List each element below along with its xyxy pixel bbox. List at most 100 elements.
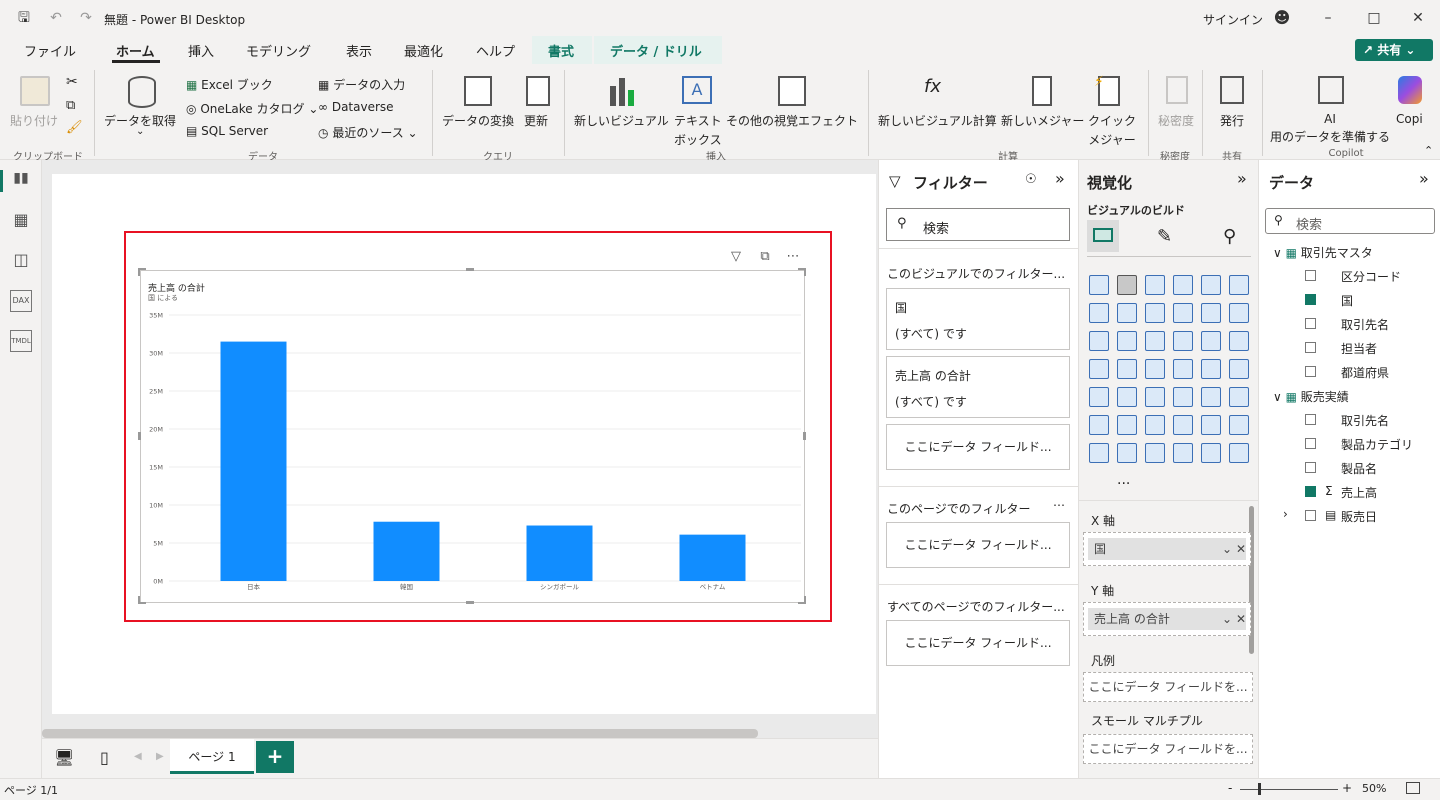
data-search-input[interactable]: ⚲ 検索 <box>1265 208 1435 234</box>
transform-button[interactable]: データの変換 <box>442 112 514 129</box>
bar[interactable] <box>679 534 746 581</box>
small-multiples-dropzone[interactable]: ここにデータ フィールドを... <box>1083 734 1253 764</box>
paginated-visual-icon[interactable] <box>1229 415 1249 435</box>
menu-modeling[interactable]: モデリング <box>246 41 311 60</box>
funnel-visual-icon[interactable] <box>1117 331 1137 351</box>
close-button[interactable]: ✕ <box>1408 8 1428 28</box>
stacked-bar-visual-icon[interactable] <box>1089 275 1109 295</box>
r-visual-visual-icon[interactable] <box>1229 387 1249 407</box>
new-visual-calc-button[interactable]: 新しいビジュアル計算 <box>878 112 997 129</box>
x-axis-field-pill[interactable]: 国 ⌄ ✕ <box>1088 538 1246 560</box>
collapse-ribbon-icon[interactable]: ⌃ <box>1424 144 1433 157</box>
decomp-tree-visual-icon[interactable] <box>1145 415 1165 435</box>
shape-map-visual-icon[interactable] <box>1173 359 1193 379</box>
map-visual-icon[interactable] <box>1117 359 1137 379</box>
menu-view[interactable]: 表示 <box>346 41 372 60</box>
cut-icon[interactable]: ✂ <box>66 74 78 90</box>
dax-view-icon[interactable]: DAX <box>10 290 32 312</box>
gauge-visual-icon[interactable] <box>1229 359 1249 379</box>
eye-icon[interactable]: ☉ <box>1025 172 1037 187</box>
matrix-visual-icon[interactable] <box>1201 387 1221 407</box>
metrics-visual-icon[interactable] <box>1145 443 1165 463</box>
line-column-visual-icon[interactable] <box>1229 303 1249 323</box>
maximize-button[interactable]: □ <box>1364 8 1384 28</box>
refresh-button[interactable]: 更新 <box>524 112 548 129</box>
clustered-bar-visual-icon[interactable] <box>1145 275 1165 295</box>
filter-search-input[interactable]: ⚲ 検索 <box>886 208 1070 241</box>
zoom-in-button[interactable]: + <box>1342 781 1352 795</box>
bar[interactable] <box>220 341 287 581</box>
more-visuals-button[interactable]: その他の視覚エフェクト <box>726 112 858 129</box>
excel-button[interactable]: ▦ Excel ブック <box>186 76 273 93</box>
kpi-visual-icon[interactable] <box>1117 387 1137 407</box>
100-column-visual-icon[interactable] <box>1229 275 1249 295</box>
funnel-2-visual-icon[interactable] <box>1145 331 1165 351</box>
new-visual-button[interactable]: 新しいビジュアル <box>574 112 669 129</box>
zoom-slider-thumb[interactable] <box>1258 783 1261 795</box>
page-tab-1[interactable]: ページ 1 <box>170 739 254 774</box>
chevron-right-icon[interactable]: › <box>1283 507 1288 521</box>
card-visual-icon[interactable] <box>1089 387 1109 407</box>
pie-visual-icon[interactable] <box>1201 331 1221 351</box>
waterfall-visual-icon[interactable] <box>1201 303 1221 323</box>
add-page-button[interactable]: + <box>256 741 294 773</box>
clustered-column-visual-icon[interactable] <box>1117 275 1137 295</box>
stacked-area-visual-icon[interactable] <box>1145 303 1165 323</box>
checkbox[interactable] <box>1305 366 1316 377</box>
menu-file[interactable]: ファイル <box>24 41 76 60</box>
image-visual-icon[interactable] <box>1173 443 1193 463</box>
python-visual-icon[interactable] <box>1089 415 1109 435</box>
share-button[interactable]: ↗ 共有 ⌄ <box>1355 39 1433 61</box>
combo-visual-icon[interactable] <box>1089 331 1109 351</box>
zoom-out-button[interactable]: - <box>1228 781 1232 795</box>
menu-format[interactable]: 書式 <box>548 41 574 60</box>
key-influencers-visual-icon[interactable] <box>1117 415 1137 435</box>
chevron-down-icon[interactable]: ∨ <box>1273 246 1286 260</box>
sensitivity-button[interactable]: 秘密度 <box>1158 112 1194 129</box>
publish-button[interactable]: 発行 <box>1220 112 1244 129</box>
focus-mode-icon[interactable]: ⧉ <box>755 249 775 269</box>
onelake-button[interactable]: ◎ OneLake カタログ ⌄ <box>186 100 318 117</box>
ribbon-visual-icon[interactable] <box>1173 303 1193 323</box>
menu-home[interactable]: ホーム <box>116 41 155 60</box>
resize-handle-bottom[interactable] <box>466 601 474 604</box>
slicer-visual-icon[interactable] <box>1145 387 1165 407</box>
save-icon[interactable]: 🖫 <box>14 8 34 28</box>
checkbox[interactable] <box>1305 414 1316 425</box>
azure-map-visual-icon[interactable] <box>1201 359 1221 379</box>
visual-filter-dropzone[interactable]: ここにデータ フィールド... <box>886 424 1070 470</box>
checkbox[interactable] <box>1305 270 1316 281</box>
checkbox-checked[interactable] <box>1305 486 1316 497</box>
tmdl-view-icon[interactable]: TMDL <box>10 330 32 352</box>
resize-handle-tr[interactable] <box>798 268 806 276</box>
checkbox[interactable] <box>1305 342 1316 353</box>
resize-handle-bl[interactable] <box>138 596 146 604</box>
format-painter-icon[interactable]: 🖌 <box>66 120 83 135</box>
table-node[interactable]: ∨ ▦ 販売実績 <box>1273 388 1349 405</box>
model-view-icon[interactable]: ◫ <box>10 250 32 272</box>
checkbox[interactable] <box>1305 318 1316 329</box>
qa-visual-icon[interactable] <box>1173 415 1193 435</box>
bar[interactable] <box>373 521 440 581</box>
menu-data-drill[interactable]: データ / ドリル <box>610 41 702 60</box>
menu-optimize[interactable]: 最適化 <box>404 41 443 60</box>
prev-page-icon[interactable]: ◀ <box>134 751 142 762</box>
resize-handle-right[interactable] <box>803 432 806 440</box>
next-page-icon[interactable]: ▶ <box>156 751 164 762</box>
checkbox-checked[interactable] <box>1305 294 1316 305</box>
power-automate-visual-icon[interactable] <box>1117 443 1137 463</box>
scatter-visual-icon[interactable] <box>1173 331 1193 351</box>
filter-card-sales[interactable]: 売上高 の合計 (すべて) です <box>886 356 1070 418</box>
more-visuals-link[interactable]: ... <box>1117 472 1130 488</box>
checkbox[interactable] <box>1305 510 1316 521</box>
narrative-visual-icon[interactable] <box>1201 415 1221 435</box>
line-visual-icon[interactable] <box>1089 303 1109 323</box>
menu-help[interactable]: ヘルプ <box>476 41 515 60</box>
signin-link[interactable]: サインイン <box>1203 11 1263 28</box>
page-filters-more-icon[interactable]: ⋯ <box>1053 498 1065 512</box>
collapse-viz-icon[interactable]: » <box>1237 169 1247 188</box>
resize-handle-left[interactable] <box>138 432 141 440</box>
goals-visual-icon[interactable] <box>1229 443 1249 463</box>
minimize-button[interactable]: – <box>1318 8 1338 28</box>
undo-icon[interactable]: ↶ <box>46 8 66 28</box>
